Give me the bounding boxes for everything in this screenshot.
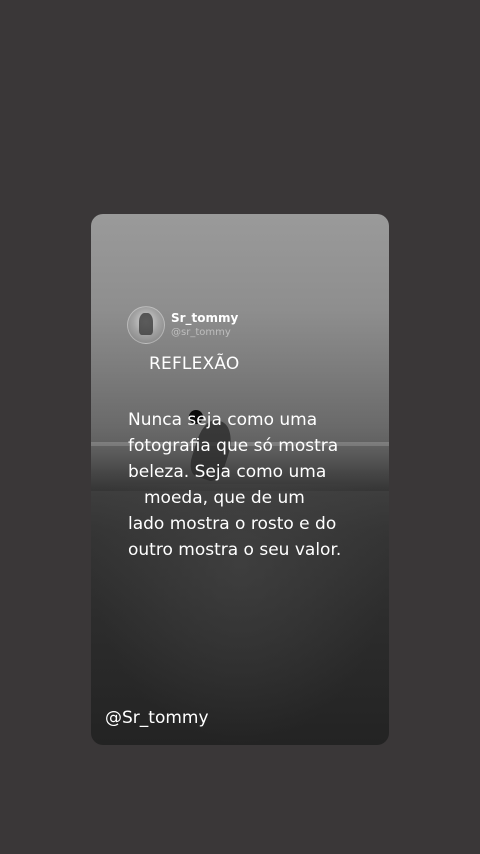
display-name[interactable]: Sr_tommy	[171, 310, 238, 326]
quote-line: outro mostra o seu valor.	[128, 540, 342, 560]
quote-line: Nunca seja como uma	[128, 410, 318, 430]
quote-line: moeda, que de um	[144, 488, 305, 508]
post-profile[interactable]: Sr_tommy @sr_tommy	[127, 306, 238, 344]
avatar[interactable]	[127, 306, 165, 344]
quote-line: beleza. Seja como uma	[128, 462, 327, 482]
story-card[interactable]: Sr_tommy @sr_tommy REFLEXÃO Nunca seja c…	[91, 214, 389, 745]
watermark-handle: @Sr_tommy	[105, 708, 209, 728]
quote-line: fotografia que só mostra	[128, 436, 339, 456]
quote-text: Nunca seja como uma fotografia que só mo…	[128, 407, 368, 563]
story-screen: Sr_tommy @sr_tommy REFLEXÃO Nunca seja c…	[0, 0, 480, 854]
profile-names: Sr_tommy @sr_tommy	[171, 310, 238, 340]
quote-line: lado mostra o rosto e do	[128, 514, 337, 534]
user-handle: @sr_tommy	[171, 327, 231, 338]
post-heading: REFLEXÃO	[149, 354, 240, 374]
